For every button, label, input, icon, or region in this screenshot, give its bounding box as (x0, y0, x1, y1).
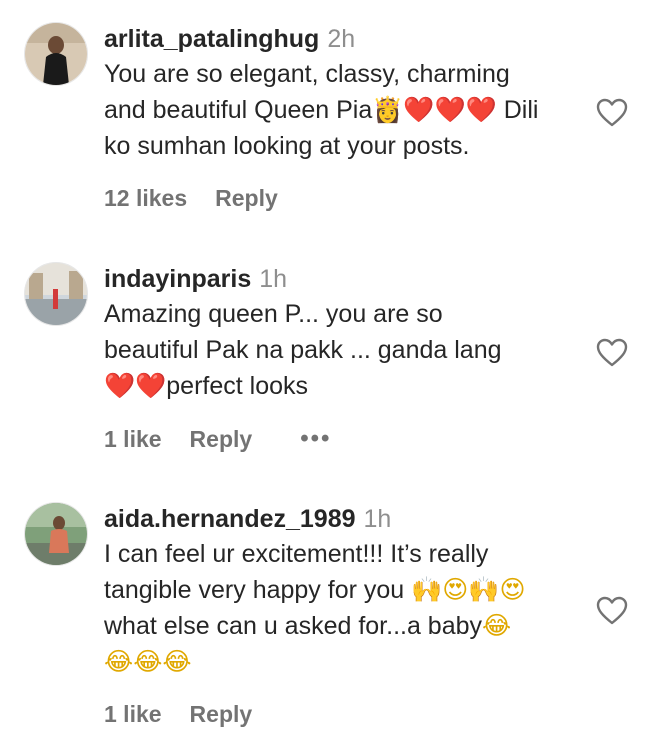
timestamp: 1h (259, 265, 288, 293)
comment-text: Amazing queen P... you are so beautiful … (104, 300, 502, 400)
comment-text: You are so elegant, classy, charming and… (104, 60, 539, 160)
avatar[interactable] (24, 502, 88, 566)
timestamp: 1h (363, 505, 392, 533)
like-count[interactable]: 12 likes (104, 185, 187, 212)
comment-text: I can feel ur excitement!!! It’s really … (104, 540, 526, 676)
like-count[interactable]: 1 like (104, 426, 162, 453)
like-heart-icon[interactable] (596, 98, 628, 128)
reply-button[interactable]: Reply (190, 701, 253, 728)
like-count[interactable]: 1 like (104, 701, 162, 728)
emoji: 😂😂😂 (104, 647, 192, 676)
username[interactable]: arlita_patalinghug (104, 25, 319, 53)
avatar[interactable] (24, 262, 88, 326)
reply-button[interactable]: Reply (215, 185, 278, 212)
username[interactable]: aida.hernandez_1989 (104, 505, 356, 533)
like-heart-icon[interactable] (596, 338, 628, 368)
emoji: 🙌😍🙌😍 (411, 575, 526, 604)
username[interactable]: indayinparis (104, 265, 251, 293)
emoji: 👸❤️❤️❤️ (372, 95, 497, 124)
like-heart-icon[interactable] (596, 596, 628, 626)
reply-button[interactable]: Reply (190, 426, 253, 453)
more-options-icon[interactable]: ••• (300, 425, 331, 453)
avatar[interactable] (24, 22, 88, 86)
emoji: 😂 (482, 611, 512, 640)
timestamp: 2h (327, 25, 356, 53)
emoji: ❤️❤️ (104, 371, 167, 400)
